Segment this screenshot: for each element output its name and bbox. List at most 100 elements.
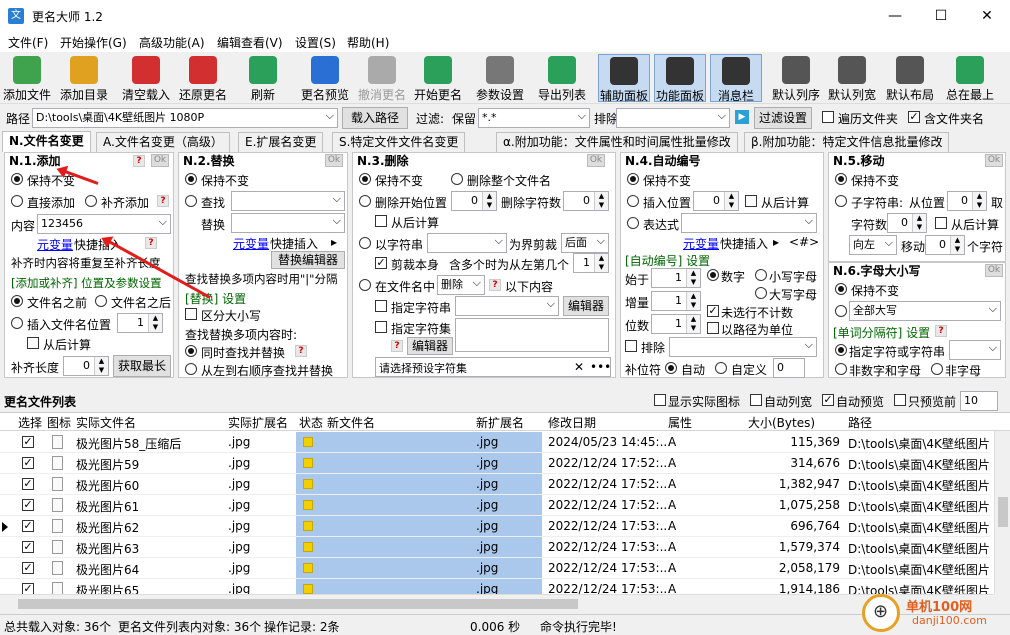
toolbar-col-width-button[interactable]: 默认列宽 (826, 54, 878, 102)
keep-radio[interactable] (185, 173, 197, 185)
ok-button[interactable]: Ok (151, 154, 169, 167)
menu-start[interactable]: 开始操作(G) (60, 34, 127, 51)
row-checkbox[interactable]: ✓ (22, 520, 34, 532)
menu-settings[interactable]: 设置(S) (295, 34, 336, 51)
col-size[interactable]: 大小(Bytes) (748, 414, 815, 431)
menu-edit-view[interactable]: 编辑查看(V) (217, 34, 283, 51)
case-select[interactable]: 全部大写 (849, 300, 1001, 321)
bound-side-select[interactable]: 后面 (561, 232, 609, 253)
replace-input[interactable] (231, 212, 345, 233)
toolbar-layout-button[interactable]: 默认布局 (882, 54, 938, 102)
preview-count-input[interactable]: 10 (960, 391, 998, 411)
path-unit-checkbox[interactable] (707, 322, 719, 334)
expr-input[interactable] (681, 212, 817, 233)
spec-char-radio[interactable] (835, 344, 847, 356)
keep-filter-input[interactable]: *.* (478, 107, 590, 128)
ok-button[interactable]: Ok (985, 264, 1003, 277)
col-ext[interactable]: 实际扩展名 (228, 414, 288, 431)
col-newext[interactable]: 新扩展名 (476, 414, 524, 431)
only-preview-checkbox[interactable] (894, 394, 906, 406)
toolbar-start-button[interactable]: 开始更名 (410, 54, 466, 102)
toolbar-col-order-button[interactable]: 默认列序 (770, 54, 822, 102)
pad-length-spinner[interactable]: 0 ▲ ▼ (63, 356, 109, 376)
insert-pos-spinner[interactable]: 1 ▲ ▼ (117, 313, 163, 333)
pad-add-radio[interactable] (85, 195, 97, 207)
from-back-checkbox[interactable] (375, 215, 387, 227)
non-num-radio[interactable] (835, 363, 847, 375)
multi-left-spinner[interactable]: 1 ▲ ▼ (573, 253, 609, 273)
tab-attributes[interactable]: α.附加功能：文件属性和时间属性批量修改 (496, 132, 738, 152)
auto-preview-checkbox[interactable]: ✓ (822, 394, 834, 406)
row-checkbox[interactable]: ✓ (22, 562, 34, 574)
after-radio[interactable] (95, 295, 107, 307)
direct-add-radio[interactable] (11, 195, 23, 207)
help-icon[interactable]: ? (133, 155, 145, 167)
ok-button[interactable]: Ok (325, 154, 343, 167)
exclude-filter-input[interactable] (616, 107, 730, 128)
simul-radio[interactable] (185, 345, 197, 357)
include-folder-checkbox[interactable]: ✓ (908, 111, 920, 123)
from-pos-spinner[interactable]: 0 ▲ ▼ (947, 191, 987, 211)
ok-button[interactable]: Ok (985, 154, 1003, 167)
col-newname[interactable]: 新文件名 (327, 414, 375, 431)
quick-insert[interactable]: 快捷插入 (270, 235, 318, 252)
delete-count-spinner[interactable]: 0 ▲ ▼ (563, 191, 609, 211)
toolbar-add-file-button[interactable]: 添加文件 (2, 54, 52, 102)
h-scroll-thumb[interactable] (18, 599, 578, 609)
help-icon[interactable]: ? (489, 279, 501, 291)
keep-radio[interactable] (359, 173, 371, 185)
maximize-button[interactable]: ☐ (918, 0, 964, 32)
toolbar-undo-button[interactable]: 撤消更名 (356, 54, 408, 102)
table-row[interactable]: ✓ 极光图片63 .jpg .jpg 2022/12/24 17:53:... A 1,57… (0, 537, 990, 558)
move-spinner[interactable]: 0 ▲ ▼ (925, 235, 965, 255)
upper-radio[interactable] (755, 287, 767, 299)
filter-settings-button[interactable]: 过滤设置 (754, 107, 812, 129)
insert-pos-radio[interactable] (11, 317, 23, 329)
toolbar-add-folder-button[interactable]: 添加目录 (56, 54, 112, 102)
col-attr[interactable]: 属性 (668, 414, 692, 431)
find-radio[interactable] (185, 195, 197, 207)
width-spinner[interactable]: 1 ▲ ▼ (651, 314, 701, 334)
table-row[interactable]: ✓ 极光图片65 .jpg .jpg 2022/12/24 17:53:... A 1,91… (0, 579, 990, 594)
toolbar-refresh-button[interactable]: 刷新 (236, 54, 290, 102)
number-tag[interactable]: <#> (789, 235, 819, 249)
col-path[interactable]: 路径 (848, 414, 872, 431)
delete-start-spinner[interactable]: 0 ▲ ▼ (451, 191, 497, 211)
case-checkbox[interactable] (185, 308, 197, 320)
table-row[interactable]: ✓ 极光图片60 .jpg .jpg 2022/12/24 17:52:... A 1,38… (0, 474, 990, 495)
minimize-button[interactable]: — (872, 0, 918, 32)
toolbar-clear-button[interactable]: 清空载入 (118, 54, 174, 102)
traverse-checkbox[interactable] (822, 111, 834, 123)
vertical-scrollbar[interactable] (994, 431, 1010, 594)
table-row[interactable]: ✓ 极光图片64 .jpg .jpg 2022/12/24 17:53:... A 2,05… (0, 558, 990, 579)
help-icon[interactable]: ? (391, 340, 403, 352)
replace-editor-button[interactable]: 替换编辑器 (271, 251, 345, 269)
tab-filename-advanced[interactable]: A.文件名变更（高级） (96, 132, 230, 152)
preset-charset-select[interactable]: 请选择预设字符集 ✕ ••• (375, 357, 611, 377)
show-icon-checkbox[interactable] (654, 394, 666, 406)
menu-advanced[interactable]: 高级功能(A) (139, 34, 205, 51)
col-status[interactable]: 状态 (299, 414, 323, 431)
auto-width-checkbox[interactable] (750, 394, 762, 406)
row-checkbox[interactable]: ✓ (22, 541, 34, 553)
delete-start-radio[interactable] (359, 195, 371, 207)
lower-radio[interactable] (755, 269, 767, 281)
tab-filename-change[interactable]: N.文件名变更 (2, 131, 91, 152)
scroll-thumb[interactable] (998, 497, 1008, 527)
col-select[interactable]: 选择 (18, 414, 42, 431)
table-row[interactable]: ✓ 极光图片61 .jpg .jpg 2022/12/24 17:52:... A 1,07… (0, 495, 990, 516)
spec-string-input[interactable] (455, 295, 559, 316)
calc-back-checkbox[interactable] (27, 337, 39, 349)
quick-insert[interactable]: 快捷插入 (720, 235, 768, 252)
digit-radio[interactable] (707, 269, 719, 281)
row-checkbox[interactable]: ✓ (22, 499, 34, 511)
keep-radio[interactable] (11, 173, 23, 185)
custom-pad-input[interactable]: 0 (773, 358, 805, 378)
help-icon[interactable]: ? (145, 237, 157, 249)
clear-icon[interactable]: ✕ (574, 360, 584, 374)
char-count-spinner[interactable]: 0 ▲ ▼ (887, 213, 927, 233)
before-radio[interactable] (11, 295, 23, 307)
tab-extension[interactable]: E.扩展名变更 (238, 132, 324, 152)
unselected-checkbox[interactable]: ✓ (707, 305, 719, 317)
find-input[interactable] (231, 190, 345, 211)
